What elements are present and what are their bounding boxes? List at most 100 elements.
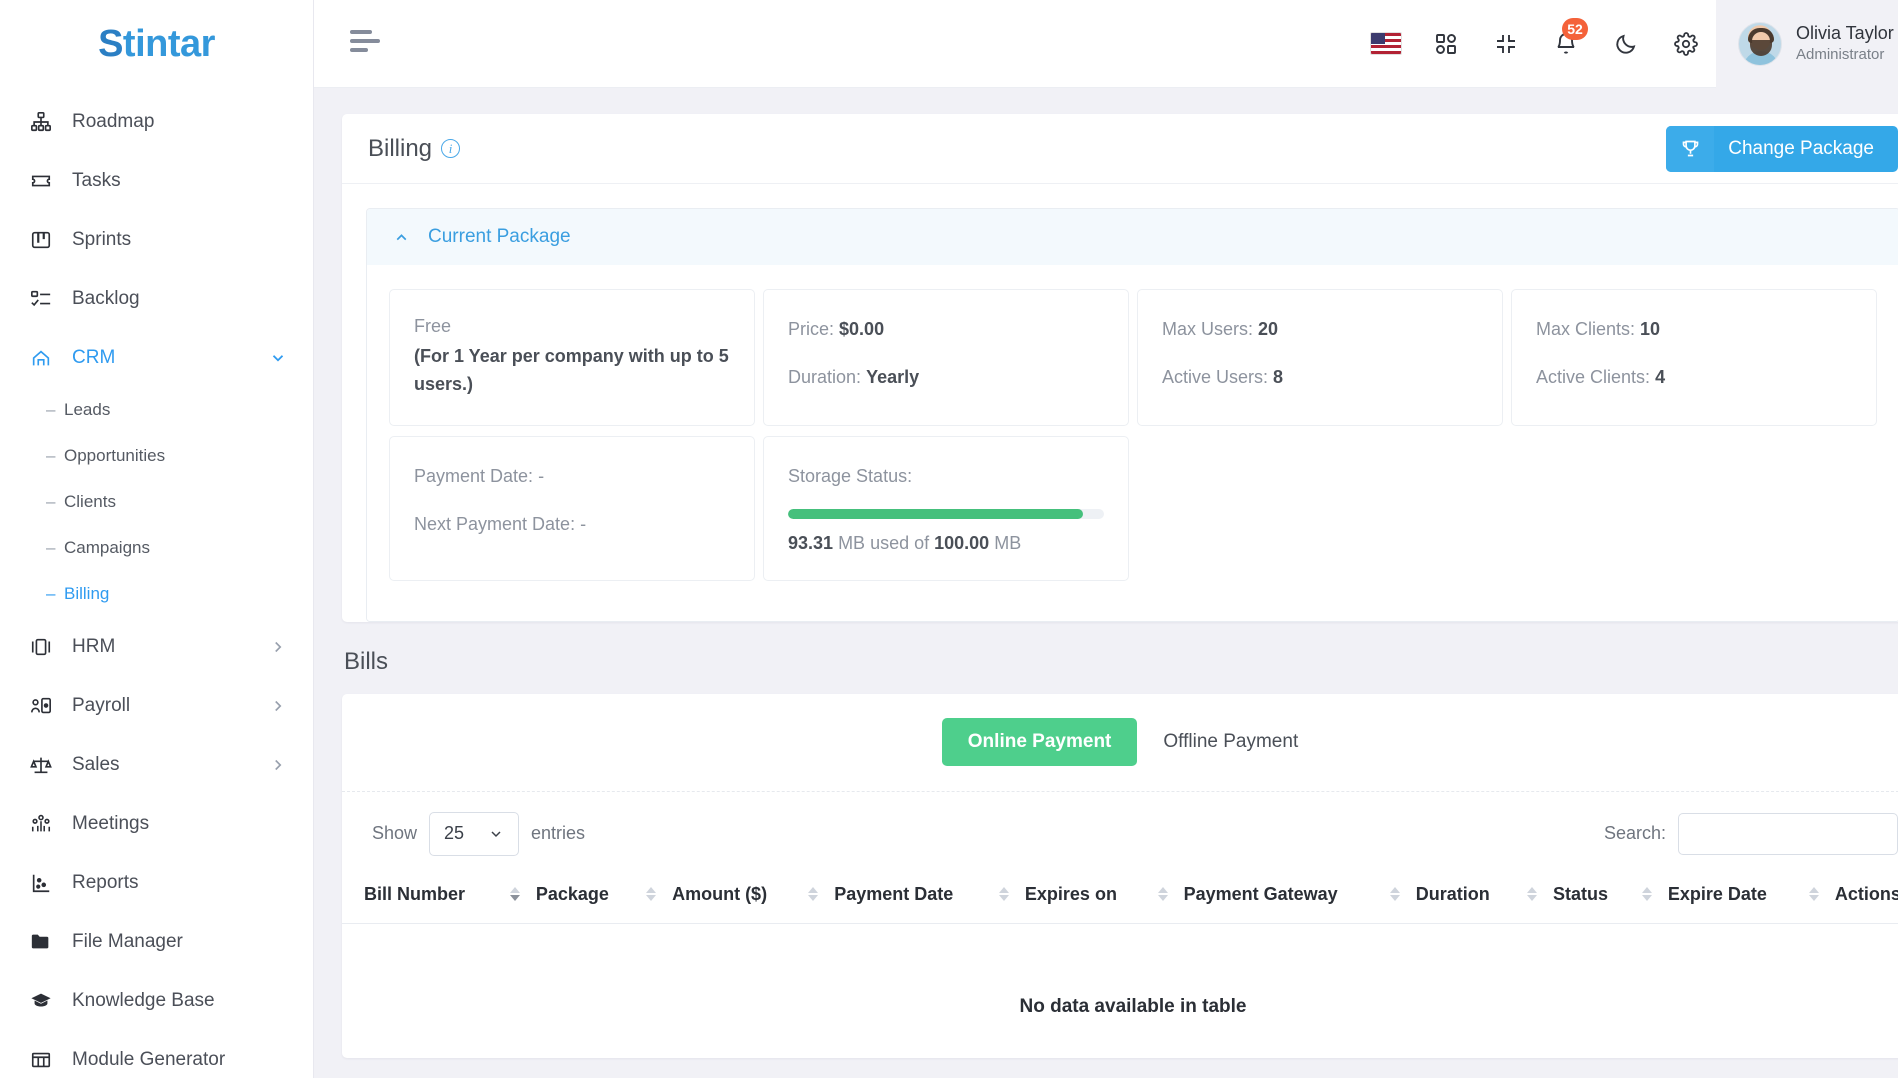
entries-per-page-value: 25	[444, 823, 465, 844]
package-tiles-row-2: Payment Date: - Next Payment Date: - Sto…	[389, 435, 1877, 581]
app-root: Stintar Roadmap Tasks Sprints Backlog CR…	[0, 0, 1898, 1078]
sidebar-item-file-manager[interactable]: File Manager	[0, 912, 313, 971]
column-expire-date[interactable]: Expire Date	[1659, 869, 1827, 924]
sidebar-item-reports[interactable]: Reports	[0, 853, 313, 912]
sort-icon	[1527, 887, 1538, 902]
info-icon[interactable]: i	[441, 139, 461, 158]
package-payment-dates-tile: Payment Date: - Next Payment Date: -	[389, 435, 755, 581]
tab-online-payment[interactable]: Online Payment	[941, 718, 1138, 767]
sidebar-subitem-campaigns[interactable]: – Campaigns	[0, 525, 313, 571]
column-label: Bill Number	[364, 883, 466, 904]
search-input[interactable]	[1678, 812, 1898, 855]
change-package-button[interactable]: Change Package	[1666, 125, 1898, 172]
sidebar-item-label: Sales	[72, 753, 120, 775]
column-payment-date[interactable]: Payment Date	[826, 869, 1017, 924]
notifications-bell-icon[interactable]: 52	[1536, 14, 1596, 74]
sidebar-item-label: Backlog	[72, 287, 140, 309]
column-expires-on[interactable]: Expires on	[1016, 869, 1176, 924]
user-name: Olivia Taylor	[1796, 23, 1894, 44]
sidebar-item-sprints[interactable]: Sprints	[0, 210, 313, 269]
scales-icon	[28, 752, 54, 778]
sidebar-item-label: HRM	[72, 635, 116, 657]
chevron-down-icon	[269, 349, 287, 367]
brand-logo-text: Stintar	[98, 22, 215, 65]
max-clients-row: Max Clients: 10	[1536, 316, 1852, 344]
max-clients-value: 10	[1640, 319, 1661, 339]
sidebar-item-meetings[interactable]: Meetings	[0, 794, 313, 853]
entries-label: entries	[531, 823, 586, 844]
sidebar-item-knowledge-base[interactable]: Knowledge Base	[0, 971, 313, 1030]
dash-marker: –	[46, 538, 56, 557]
sidebar-item-payroll[interactable]: Payroll	[0, 676, 313, 735]
dark-mode-moon-icon[interactable]	[1596, 14, 1656, 74]
sort-icon	[1808, 887, 1819, 902]
max-users-value: 20	[1258, 319, 1279, 339]
column-label: Expire Date	[1667, 883, 1767, 904]
price-value: $0.00	[839, 319, 885, 339]
sort-icon	[998, 887, 1009, 902]
current-package-header[interactable]: Current Package	[367, 209, 1898, 265]
storage-used-value: 93.31	[788, 532, 834, 553]
sidebar-item-label: Knowledge Base	[72, 989, 215, 1011]
sidebar-item-sales[interactable]: Sales	[0, 735, 313, 794]
entries-per-page-select[interactable]: 25	[429, 811, 520, 856]
storage-progress-track	[788, 508, 1104, 519]
sidebar-item-label: CRM	[72, 346, 116, 368]
package-tiles-row-1: Free (For 1 Year per company with up to …	[389, 289, 1877, 426]
column-duration[interactable]: Duration	[1407, 869, 1546, 924]
page-title: Billing	[368, 134, 433, 162]
module-icon	[28, 1047, 54, 1073]
storage-used-unit: MB	[838, 532, 866, 553]
chevron-right-icon	[269, 638, 287, 656]
duration-value: Yearly	[866, 366, 920, 387]
column-status[interactable]: Status	[1545, 869, 1660, 924]
people-icon	[28, 811, 54, 837]
hamburger-icon[interactable]	[350, 30, 384, 57]
fullscreen-compress-icon[interactable]	[1476, 14, 1536, 74]
package-users-tile: Max Users: 20 Active Users: 8	[1137, 289, 1503, 426]
sidebar-subitem-billing[interactable]: – Billing	[0, 571, 313, 617]
dash-marker: –	[46, 446, 56, 465]
sidebar-subitem-leads[interactable]: – Leads	[0, 387, 313, 433]
column-label: Amount ($)	[672, 883, 768, 904]
search-area: Search:	[1604, 812, 1898, 855]
column-payment-gateway[interactable]: Payment Gateway	[1175, 869, 1408, 924]
checklist-icon	[28, 286, 54, 312]
crm-icon	[28, 345, 54, 371]
column-amount[interactable]: Amount ($)	[664, 869, 827, 924]
active-users-row: Active Users: 8	[1162, 364, 1478, 392]
active-clients-label: Active Clients:	[1536, 366, 1651, 387]
sidebar-item-crm[interactable]: CRM	[0, 328, 313, 387]
user-info: Olivia Taylor Administrator	[1796, 22, 1894, 65]
language-selector[interactable]	[1356, 14, 1416, 74]
sidebar-item-backlog[interactable]: Backlog	[0, 269, 313, 328]
table-controls: Show 25 entries Search:	[342, 792, 1898, 870]
package-clients-tile: Max Clients: 10 Active Clients: 4	[1511, 289, 1877, 426]
price-row: Price: $0.00	[788, 316, 1104, 344]
sidebar-subitem-opportunities[interactable]: – Opportunities	[0, 433, 313, 479]
apps-grid-icon[interactable]	[1416, 14, 1476, 74]
ticket-icon	[28, 168, 54, 194]
sidebar-item-tasks[interactable]: Tasks	[0, 151, 313, 210]
tab-offline-payment[interactable]: Offline Payment	[1137, 718, 1324, 766]
settings-gear-icon[interactable]	[1656, 14, 1716, 74]
sidebar-item-label: Payroll	[72, 694, 131, 716]
brand-logo[interactable]: Stintar	[0, 0, 313, 88]
sidebar-item-roadmap[interactable]: Roadmap	[0, 92, 313, 151]
sidebar-item-module-generator[interactable]: Module Generator	[0, 1030, 313, 1078]
column-bill-number[interactable]: Bill Number	[342, 869, 528, 924]
package-name: Free	[414, 316, 452, 336]
sort-icon	[808, 887, 819, 902]
package-description: (For 1 Year per company with up to 5 use…	[414, 346, 729, 394]
sidebar-item-hrm[interactable]: HRM	[0, 617, 313, 676]
chevron-up-icon	[393, 229, 410, 246]
user-profile-menu[interactable]: Olivia Taylor Administrator	[1716, 0, 1898, 88]
sidebar-subitem-clients[interactable]: – Clients	[0, 479, 313, 525]
content-area: Billing i Change Package Current Package…	[314, 88, 1898, 1078]
sidebar-subitem-label: Billing	[64, 584, 110, 603]
column-label: Payment Gateway	[1183, 883, 1338, 904]
package-price-tile: Price: $0.00 Duration: Yearly	[763, 289, 1129, 426]
sidebar-subitem-label: Leads	[64, 400, 111, 419]
column-package[interactable]: Package	[527, 869, 665, 924]
bills-table-head: Bill Number Package Amount ($) Payment D…	[342, 869, 1898, 924]
